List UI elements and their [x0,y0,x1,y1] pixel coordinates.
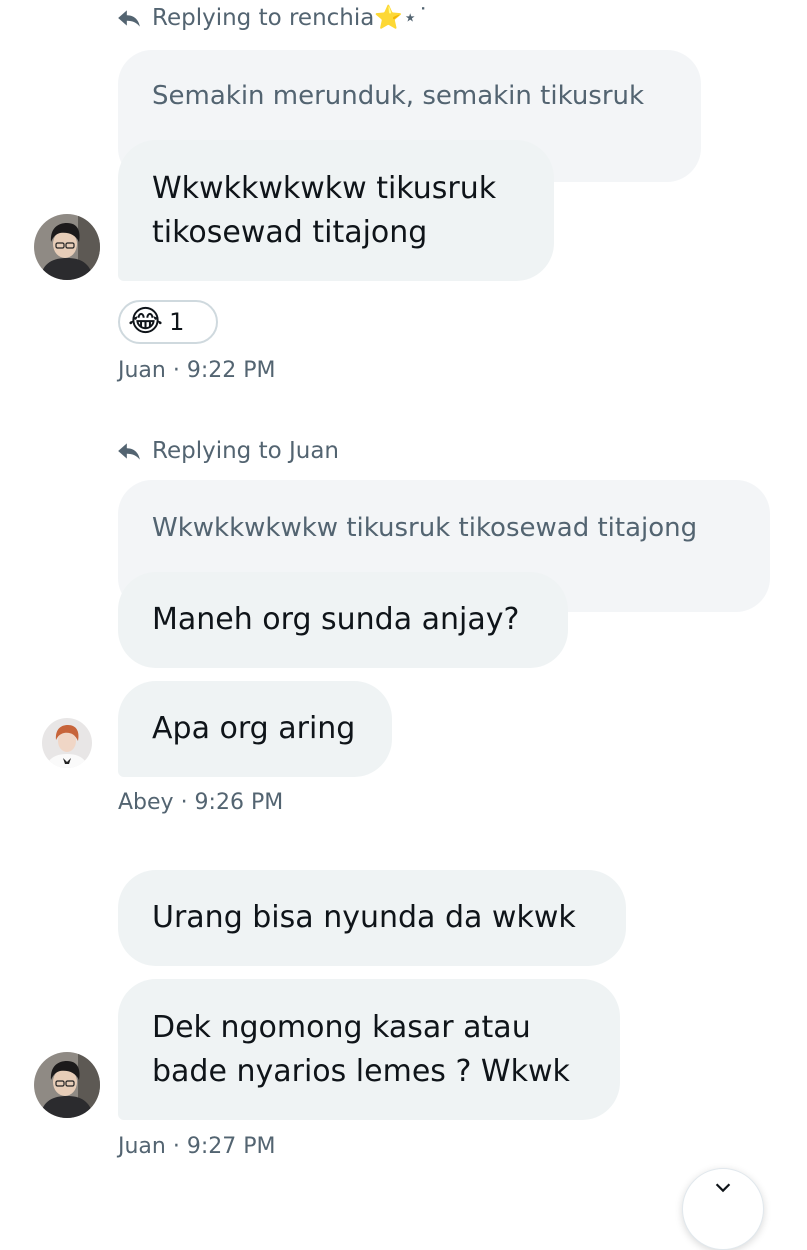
scroll-to-bottom-button[interactable] [682,1168,764,1250]
message-text: Dek ngomong kasar atau bade nyarios leme… [152,1009,570,1089]
reaction-badge[interactable]: 😂 1 [118,300,218,344]
message-text: Maneh org sunda anjay? [152,602,520,637]
message-text: Urang bisa nyunda da wkwk [152,900,576,935]
message-bubble[interactable]: Dek ngomong kasar atau bade nyarios leme… [118,979,620,1120]
message-text: Wkwkkwkwkw tikusruk tikosewad titajong [152,170,497,250]
reply-arrow-icon [116,438,142,464]
reply-context: Replying to renchia⭐⋆˙ [116,4,429,31]
avatar-juan[interactable] [34,1052,100,1118]
reply-to-label: Replying to renchia⭐⋆˙ [152,5,429,31]
avatar-abey[interactable] [42,718,92,768]
message-bubble[interactable]: Wkwkkwkwkw tikusruk tikosewad titajong [118,140,554,281]
message-meta: Juan · 9:22 PM [118,358,276,383]
message-bubble[interactable]: Urang bisa nyunda da wkwk [118,870,626,966]
reply-to-label: Replying to Juan [152,438,340,464]
message-bubble[interactable]: Maneh org sunda anjay? [118,572,568,668]
message-meta: Juan · 9:27 PM [118,1134,276,1159]
reply-arrow-icon [116,5,142,31]
laughing-emoji-icon: 😂 [128,304,164,339]
avatar-juan[interactable] [34,214,100,280]
reaction-count: 1 [169,308,185,336]
message-bubble[interactable]: Apa org aring [118,681,392,777]
message-meta: Abey · 9:26 PM [118,790,284,815]
chevron-down-icon [712,1176,734,1202]
reply-context: Replying to Juan [116,438,339,464]
quoted-text: Semakin merunduk, semakin tikusruk [152,81,645,111]
message-text: Apa org aring [152,711,356,746]
quoted-text: Wkwkkwkwkw tikusruk tikosewad titajong [152,513,698,543]
